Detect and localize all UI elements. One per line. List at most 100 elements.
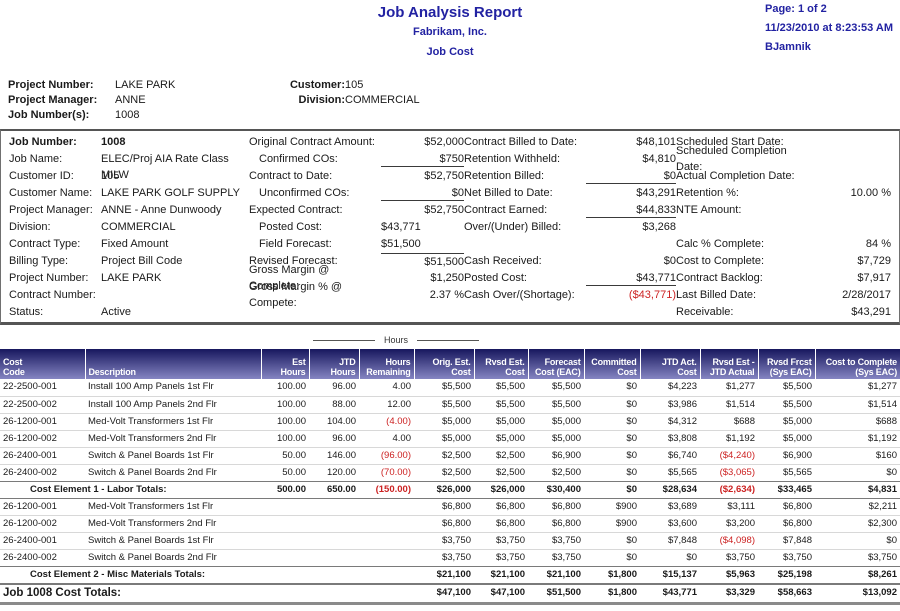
- col-header-jtd-act-cost: JTD Act. Cost: [640, 349, 700, 379]
- est-hours: 100.00: [261, 396, 309, 413]
- cost-to-complete-sys-eac: $2,300: [815, 515, 900, 532]
- rvsd-est-jtd-actual: $5,963: [700, 566, 758, 584]
- rvsd-frcst-sys-eac: $3,750: [758, 549, 815, 566]
- detail-label: Contract Number:: [9, 287, 101, 303]
- detail-label: Cash Received:: [464, 253, 586, 269]
- forecast-cost-eac: $6,800: [528, 515, 584, 532]
- total-row-label: Job 1008 Cost Totals:: [0, 584, 261, 604]
- cost-code: 26-1200-002: [0, 430, 85, 447]
- description: Med-Volt Transformers 1st Flr: [85, 413, 261, 430]
- table-row: 26-2400-002Switch & Panel Boards 2nd Flr…: [0, 549, 900, 566]
- detail-label: Customer ID:: [9, 168, 101, 184]
- orig-est-cost: $5,000: [414, 413, 474, 430]
- forecast-cost-eac: $2,500: [528, 464, 584, 481]
- committed-cost: $0: [584, 464, 640, 481]
- detail-value: $7,917: [806, 270, 891, 286]
- detail-row: [249, 303, 464, 320]
- jtd-act-cost: $43,771: [640, 584, 700, 604]
- detail-label: Project Number:: [9, 270, 101, 286]
- filter-row: Customer:105: [285, 78, 420, 93]
- col-header-rvsd-est-jtd-actual: Rvsd Est - JTD Actual: [700, 349, 758, 379]
- filter-label: Project Number:: [8, 78, 115, 93]
- forecast-cost-eac: $3,750: [528, 549, 584, 566]
- detail-row: Net Billed to Date:$43,291: [464, 184, 676, 201]
- cost-code: 26-1200-001: [0, 498, 85, 515]
- description: Med-Volt Transformers 1st Flr: [85, 498, 261, 515]
- rvsd-est-cost: $6,800: [474, 515, 528, 532]
- detail-row: Calc % Complete:84 %: [676, 235, 891, 252]
- detail-value: $52,750: [381, 202, 464, 218]
- detail-row: Customer ID:105: [9, 167, 249, 184]
- rvsd-est-jtd-actual: $1,192: [700, 430, 758, 447]
- detail-row: Over/(Under) Billed:$3,268: [464, 218, 676, 235]
- orig-est-cost: $3,750: [414, 532, 474, 549]
- detail-label: Net Billed to Date:: [464, 185, 586, 201]
- rvsd-est-cost: $2,500: [474, 464, 528, 481]
- rvsd-frcst-sys-eac: $5,500: [758, 396, 815, 413]
- jtd-hours: 104.00: [309, 413, 359, 430]
- col-header-cost-code: Cost Code: [0, 349, 85, 379]
- hours-remaining: [359, 549, 414, 566]
- detail-label: Status:: [9, 304, 101, 320]
- rvsd-est-jtd-actual: $1,277: [700, 379, 758, 396]
- col-header-est-hours: Est Hours: [261, 349, 309, 379]
- col-header-cost-to-complete-sys-eac: Cost to Complete (Sys EAC): [815, 349, 900, 379]
- rvsd-frcst-sys-eac: $25,198: [758, 566, 815, 584]
- rvsd-frcst-sys-eac: $5,500: [758, 379, 815, 396]
- forecast-cost-eac: $3,750: [528, 532, 584, 549]
- jtd-act-cost: $15,137: [640, 566, 700, 584]
- details-column-billing: Contract Billed to Date:$48,101Retention…: [464, 133, 676, 320]
- filter-summary: Project Number:LAKE PARKProject Manager:…: [0, 78, 900, 123]
- detail-label: Billing Type:: [9, 253, 101, 269]
- orig-est-cost: $6,800: [414, 498, 474, 515]
- subtotal-row: Cost Element 1 - Labor Totals:500.00650.…: [0, 481, 900, 498]
- detail-value: ELEC/Proj AIA Rate Class MILW: [101, 151, 249, 167]
- cost-code: 26-1200-001: [0, 413, 85, 430]
- detail-value: $52,750: [381, 168, 464, 184]
- committed-cost: $0: [584, 549, 640, 566]
- est-hours: 50.00: [261, 447, 309, 464]
- description: Install 100 Amp Panels 2nd Flr: [85, 396, 261, 413]
- rvsd-est-cost: $26,000: [474, 481, 528, 498]
- detail-label: Receivable:: [676, 304, 806, 320]
- est-hours: [261, 498, 309, 515]
- detail-row: Retention Withheld:$4,810: [464, 150, 676, 167]
- filter-value: LAKE PARK: [115, 78, 175, 93]
- table-row: 22-2500-001Install 100 Amp Panels 1st Fl…: [0, 379, 900, 396]
- filter-value: ANNE: [115, 93, 146, 108]
- jtd-hours: [309, 532, 359, 549]
- rvsd-est-cost: $5,500: [474, 379, 528, 396]
- detail-row: Cash Received:$0: [464, 252, 676, 269]
- est-hours: 100.00: [261, 413, 309, 430]
- divider-line: [417, 340, 479, 341]
- jtd-hours: 96.00: [309, 379, 359, 396]
- detail-row: Cost to Complete:$7,729: [676, 252, 891, 269]
- detail-value: 84 %: [806, 236, 891, 252]
- detail-label: Last Billed Date:: [676, 287, 806, 303]
- detail-label: Customer Name:: [9, 185, 101, 201]
- detail-value: 2/28/2017: [806, 287, 891, 303]
- rvsd-est-cost: $5,000: [474, 413, 528, 430]
- jtd-hours: [309, 584, 359, 604]
- rvsd-frcst-sys-eac: $7,848: [758, 532, 815, 549]
- committed-cost: $0: [584, 447, 640, 464]
- filter-row: Project Number:LAKE PARK: [8, 78, 285, 93]
- orig-est-cost: $2,500: [414, 447, 474, 464]
- description: Install 100 Amp Panels 1st Flr: [85, 379, 261, 396]
- cost-code: 22-2500-001: [0, 379, 85, 396]
- rvsd-frcst-sys-eac: $5,565: [758, 464, 815, 481]
- detail-label: Job Number:: [9, 134, 101, 150]
- subtotal-row: Cost Element 2 - Misc Materials Totals:$…: [0, 566, 900, 584]
- rvsd-est-jtd-actual: ($2,634): [700, 481, 758, 498]
- detail-value: ($43,771): [586, 287, 676, 303]
- cost-to-complete-sys-eac: $3,750: [815, 549, 900, 566]
- divider-line: [313, 340, 375, 341]
- detail-label: Posted Cost:: [464, 270, 586, 286]
- detail-label: Contract Earned:: [464, 202, 586, 218]
- detail-value: $43,771: [381, 219, 464, 235]
- est-hours: 100.00: [261, 379, 309, 396]
- detail-value: Active: [101, 304, 249, 320]
- est-hours: 50.00: [261, 464, 309, 481]
- rvsd-frcst-sys-eac: $6,800: [758, 498, 815, 515]
- detail-value: $44,833: [586, 202, 676, 218]
